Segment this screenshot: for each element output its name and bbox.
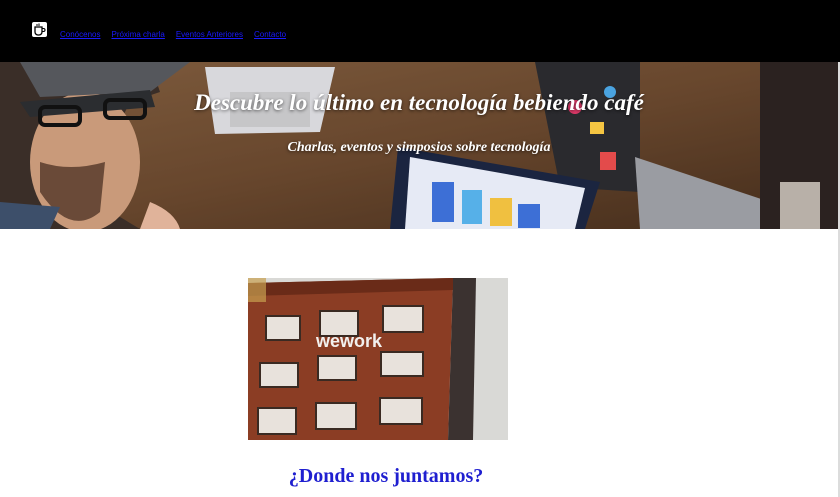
hero-banner: Descubre lo último en tecnología bebiend…	[0, 62, 838, 229]
hero-subtitle: Charlas, eventos y simposios sobre tecno…	[287, 140, 551, 155]
nav-link-contacto[interactable]: Contacto	[254, 30, 286, 39]
wework-sign: wework	[315, 331, 383, 351]
location-section-title: ¿Donde nos juntamos?	[288, 465, 484, 487]
nav-link-conocenos[interactable]: Conócenos	[60, 30, 100, 39]
nav-link-eventos-anteriores[interactable]: Eventos Anteriores	[176, 30, 243, 39]
navbar: Conócenos Próxima charla Eventos Anterio…	[0, 0, 840, 62]
coffee-cup-icon[interactable]	[31, 21, 48, 38]
hero-title: Descubre lo último en tecnología bebiend…	[194, 90, 644, 115]
building-photo: wework	[248, 278, 508, 440]
nav-link-proxima-charla[interactable]: Próxima charla	[111, 30, 164, 39]
nav-links: Conócenos Próxima charla Eventos Anterio…	[60, 30, 286, 39]
